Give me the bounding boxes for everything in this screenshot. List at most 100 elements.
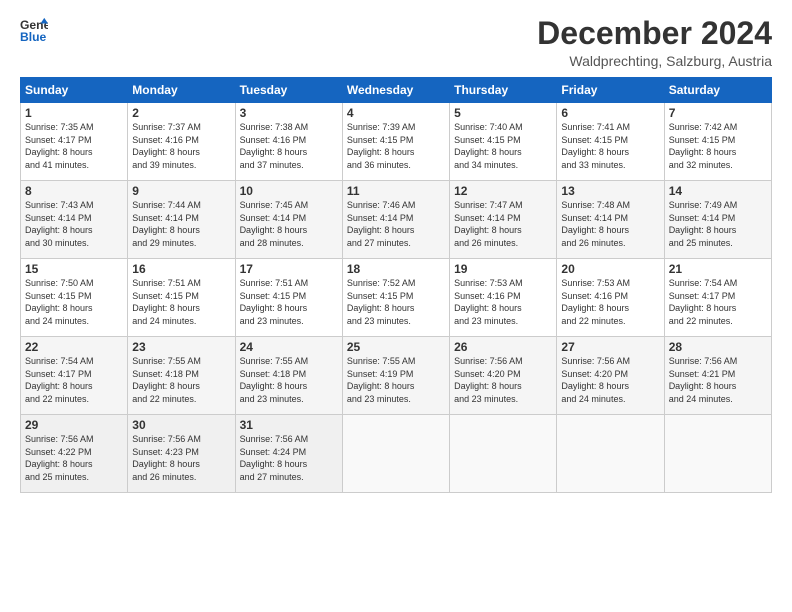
day-details: Sunrise: 7:56 AM Sunset: 4:22 PM Dayligh… (25, 433, 123, 483)
day-cell: 28Sunrise: 7:56 AM Sunset: 4:21 PM Dayli… (664, 337, 771, 415)
header-cell-monday: Monday (128, 78, 235, 103)
day-details: Sunrise: 7:48 AM Sunset: 4:14 PM Dayligh… (561, 199, 659, 249)
day-number: 24 (240, 340, 338, 354)
day-details: Sunrise: 7:43 AM Sunset: 4:14 PM Dayligh… (25, 199, 123, 249)
day-cell: 20Sunrise: 7:53 AM Sunset: 4:16 PM Dayli… (557, 259, 664, 337)
day-cell: 4Sunrise: 7:39 AM Sunset: 4:15 PM Daylig… (342, 103, 449, 181)
day-number: 9 (132, 184, 230, 198)
day-cell (450, 415, 557, 493)
day-number: 26 (454, 340, 552, 354)
header-cell-saturday: Saturday (664, 78, 771, 103)
day-cell: 11Sunrise: 7:46 AM Sunset: 4:14 PM Dayli… (342, 181, 449, 259)
day-cell: 10Sunrise: 7:45 AM Sunset: 4:14 PM Dayli… (235, 181, 342, 259)
header-cell-sunday: Sunday (21, 78, 128, 103)
day-cell (342, 415, 449, 493)
day-number: 23 (132, 340, 230, 354)
day-details: Sunrise: 7:46 AM Sunset: 4:14 PM Dayligh… (347, 199, 445, 249)
day-number: 20 (561, 262, 659, 276)
day-details: Sunrise: 7:51 AM Sunset: 4:15 PM Dayligh… (240, 277, 338, 327)
day-cell: 8Sunrise: 7:43 AM Sunset: 4:14 PM Daylig… (21, 181, 128, 259)
month-title: December 2024 (537, 16, 772, 51)
day-number: 28 (669, 340, 767, 354)
day-details: Sunrise: 7:41 AM Sunset: 4:15 PM Dayligh… (561, 121, 659, 171)
day-cell: 27Sunrise: 7:56 AM Sunset: 4:20 PM Dayli… (557, 337, 664, 415)
day-cell: 31Sunrise: 7:56 AM Sunset: 4:24 PM Dayli… (235, 415, 342, 493)
day-cell: 2Sunrise: 7:37 AM Sunset: 4:16 PM Daylig… (128, 103, 235, 181)
day-cell: 25Sunrise: 7:55 AM Sunset: 4:19 PM Dayli… (342, 337, 449, 415)
day-cell (664, 415, 771, 493)
day-number: 19 (454, 262, 552, 276)
day-cell: 15Sunrise: 7:50 AM Sunset: 4:15 PM Dayli… (21, 259, 128, 337)
day-details: Sunrise: 7:55 AM Sunset: 4:18 PM Dayligh… (132, 355, 230, 405)
day-cell: 17Sunrise: 7:51 AM Sunset: 4:15 PM Dayli… (235, 259, 342, 337)
week-row-4: 22Sunrise: 7:54 AM Sunset: 4:17 PM Dayli… (21, 337, 772, 415)
day-cell: 18Sunrise: 7:52 AM Sunset: 4:15 PM Dayli… (342, 259, 449, 337)
day-details: Sunrise: 7:47 AM Sunset: 4:14 PM Dayligh… (454, 199, 552, 249)
day-cell: 26Sunrise: 7:56 AM Sunset: 4:20 PM Dayli… (450, 337, 557, 415)
day-details: Sunrise: 7:44 AM Sunset: 4:14 PM Dayligh… (132, 199, 230, 249)
day-cell: 29Sunrise: 7:56 AM Sunset: 4:22 PM Dayli… (21, 415, 128, 493)
logo: General Blue (20, 16, 48, 44)
day-cell: 12Sunrise: 7:47 AM Sunset: 4:14 PM Dayli… (450, 181, 557, 259)
location-subtitle: Waldprechting, Salzburg, Austria (537, 53, 772, 69)
day-cell: 5Sunrise: 7:40 AM Sunset: 4:15 PM Daylig… (450, 103, 557, 181)
day-details: Sunrise: 7:37 AM Sunset: 4:16 PM Dayligh… (132, 121, 230, 171)
header-cell-thursday: Thursday (450, 78, 557, 103)
day-number: 10 (240, 184, 338, 198)
calendar-page: General Blue December 2024 Waldprechting… (0, 0, 792, 612)
logo-icon: General Blue (20, 16, 48, 44)
day-details: Sunrise: 7:45 AM Sunset: 4:14 PM Dayligh… (240, 199, 338, 249)
day-details: Sunrise: 7:38 AM Sunset: 4:16 PM Dayligh… (240, 121, 338, 171)
day-number: 18 (347, 262, 445, 276)
day-details: Sunrise: 7:55 AM Sunset: 4:19 PM Dayligh… (347, 355, 445, 405)
header-cell-tuesday: Tuesday (235, 78, 342, 103)
day-number: 30 (132, 418, 230, 432)
header-cell-wednesday: Wednesday (342, 78, 449, 103)
header-row: SundayMondayTuesdayWednesdayThursdayFrid… (21, 78, 772, 103)
day-number: 5 (454, 106, 552, 120)
day-cell: 16Sunrise: 7:51 AM Sunset: 4:15 PM Dayli… (128, 259, 235, 337)
week-row-2: 8Sunrise: 7:43 AM Sunset: 4:14 PM Daylig… (21, 181, 772, 259)
day-cell: 30Sunrise: 7:56 AM Sunset: 4:23 PM Dayli… (128, 415, 235, 493)
day-cell (557, 415, 664, 493)
day-number: 12 (454, 184, 552, 198)
day-cell: 21Sunrise: 7:54 AM Sunset: 4:17 PM Dayli… (664, 259, 771, 337)
day-details: Sunrise: 7:50 AM Sunset: 4:15 PM Dayligh… (25, 277, 123, 327)
day-details: Sunrise: 7:56 AM Sunset: 4:20 PM Dayligh… (561, 355, 659, 405)
day-cell: 19Sunrise: 7:53 AM Sunset: 4:16 PM Dayli… (450, 259, 557, 337)
day-number: 16 (132, 262, 230, 276)
day-cell: 3Sunrise: 7:38 AM Sunset: 4:16 PM Daylig… (235, 103, 342, 181)
day-number: 6 (561, 106, 659, 120)
day-details: Sunrise: 7:39 AM Sunset: 4:15 PM Dayligh… (347, 121, 445, 171)
day-number: 21 (669, 262, 767, 276)
day-details: Sunrise: 7:42 AM Sunset: 4:15 PM Dayligh… (669, 121, 767, 171)
day-details: Sunrise: 7:53 AM Sunset: 4:16 PM Dayligh… (561, 277, 659, 327)
calendar-table: SundayMondayTuesdayWednesdayThursdayFrid… (20, 77, 772, 493)
day-cell: 6Sunrise: 7:41 AM Sunset: 4:15 PM Daylig… (557, 103, 664, 181)
header: General Blue December 2024 Waldprechting… (20, 16, 772, 69)
day-number: 4 (347, 106, 445, 120)
day-details: Sunrise: 7:54 AM Sunset: 4:17 PM Dayligh… (669, 277, 767, 327)
day-details: Sunrise: 7:52 AM Sunset: 4:15 PM Dayligh… (347, 277, 445, 327)
day-number: 17 (240, 262, 338, 276)
week-row-1: 1Sunrise: 7:35 AM Sunset: 4:17 PM Daylig… (21, 103, 772, 181)
day-number: 8 (25, 184, 123, 198)
day-details: Sunrise: 7:56 AM Sunset: 4:20 PM Dayligh… (454, 355, 552, 405)
day-details: Sunrise: 7:56 AM Sunset: 4:24 PM Dayligh… (240, 433, 338, 483)
day-cell: 24Sunrise: 7:55 AM Sunset: 4:18 PM Dayli… (235, 337, 342, 415)
day-details: Sunrise: 7:56 AM Sunset: 4:21 PM Dayligh… (669, 355, 767, 405)
day-number: 14 (669, 184, 767, 198)
day-number: 15 (25, 262, 123, 276)
day-number: 31 (240, 418, 338, 432)
day-number: 7 (669, 106, 767, 120)
title-block: December 2024 Waldprechting, Salzburg, A… (537, 16, 772, 69)
day-cell: 7Sunrise: 7:42 AM Sunset: 4:15 PM Daylig… (664, 103, 771, 181)
day-details: Sunrise: 7:35 AM Sunset: 4:17 PM Dayligh… (25, 121, 123, 171)
day-number: 3 (240, 106, 338, 120)
week-row-3: 15Sunrise: 7:50 AM Sunset: 4:15 PM Dayli… (21, 259, 772, 337)
day-number: 25 (347, 340, 445, 354)
day-details: Sunrise: 7:55 AM Sunset: 4:18 PM Dayligh… (240, 355, 338, 405)
day-cell: 22Sunrise: 7:54 AM Sunset: 4:17 PM Dayli… (21, 337, 128, 415)
day-details: Sunrise: 7:56 AM Sunset: 4:23 PM Dayligh… (132, 433, 230, 483)
svg-text:Blue: Blue (20, 30, 47, 44)
